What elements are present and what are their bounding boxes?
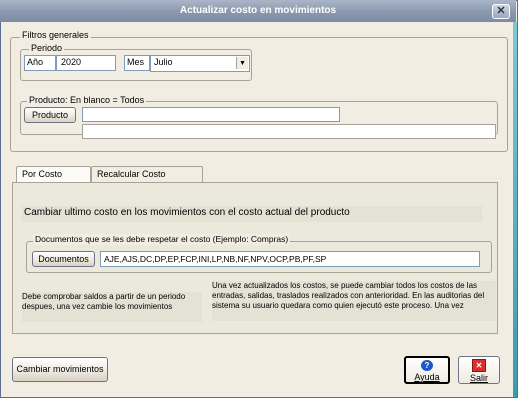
salir-button[interactable]: ✕ Salir <box>458 356 500 384</box>
title-bar: Actualizar costo en movimientos <box>0 0 516 22</box>
mes-select-value: Julio <box>154 57 173 67</box>
chevron-down-icon: ▼ <box>239 59 246 67</box>
tab-recalcular-costo-promedio[interactable]: Recalcular Costo Promedio <box>91 166 203 193</box>
help-icon: ? <box>421 360 433 371</box>
producto-description-field <box>82 124 496 139</box>
ayuda-button[interactable]: ? Ayuda <box>404 356 450 384</box>
mes-select[interactable]: Julio <box>150 55 250 72</box>
window-title: Actualizar costo en movimientos <box>179 5 337 16</box>
producto-code-input[interactable] <box>82 107 340 122</box>
periodo-legend: Periodo <box>29 43 65 54</box>
ayuda-label: Ayuda <box>414 372 440 382</box>
side-strip <box>513 22 517 397</box>
filtros-generales-legend: Filtros generales <box>20 30 91 41</box>
cambiar-movimientos-button[interactable]: Cambiar movimientos <box>12 357 108 382</box>
producto-legend: Producto: En blanco = Todos <box>27 95 147 106</box>
documentos-button[interactable]: Documentos <box>32 251 95 267</box>
anio-label: Año <box>24 55 56 71</box>
salir-label: Salir <box>469 373 488 383</box>
documentos-input[interactable]: AJE,AJS,DC,DP,EP,FCP,INI,LP,NB,NF,NPV,OC… <box>100 251 480 267</box>
mes-dropdown-button[interactable]: ▼ <box>236 57 248 69</box>
note-right: Una vez actualizados los costos, se pued… <box>212 281 496 321</box>
tab-por-costo-ultimo[interactable]: Por Costo Último <box>16 166 91 193</box>
documentos-legend: Documentos que se les debe respetar el c… <box>33 234 291 245</box>
close-icon: ✕ <box>496 5 506 17</box>
anio-field[interactable]: 2020 <box>56 55 116 71</box>
mes-label: Mes <box>124 55 150 71</box>
note-left: Debe comprobar saldos a partir de un per… <box>22 292 202 322</box>
close-button[interactable]: ✕ <box>492 4 510 19</box>
panel-heading: Cambiar ultimo costo en los movimientos … <box>22 206 482 222</box>
exit-icon: ✕ <box>472 359 486 372</box>
producto-button[interactable]: Producto <box>24 107 76 123</box>
